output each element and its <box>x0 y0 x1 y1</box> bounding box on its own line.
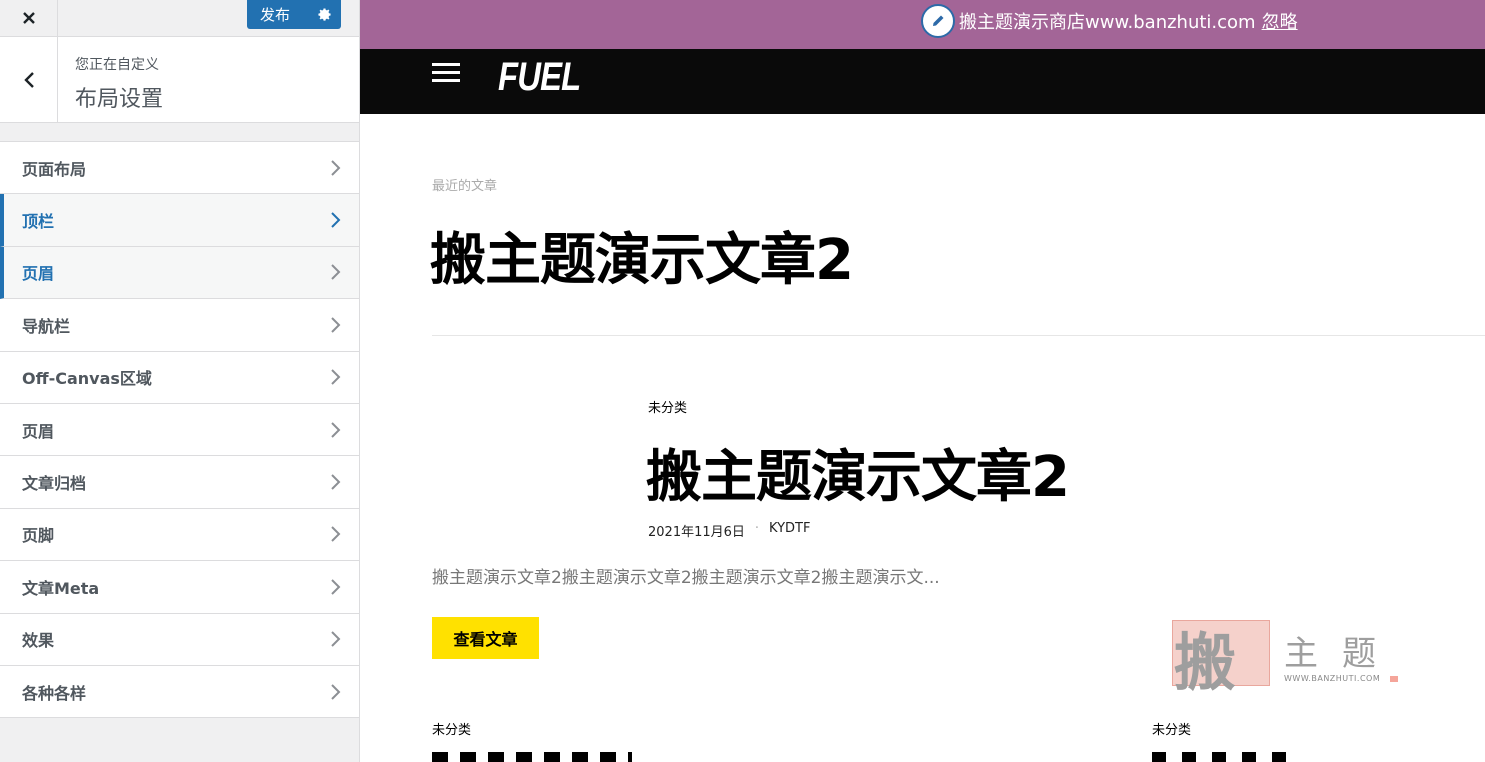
menu-item-label: 顶栏 <box>22 212 55 232</box>
menu-item-label: 文章归档 <box>22 474 87 494</box>
edit-shortcut-button[interactable] <box>921 4 955 38</box>
menu-item-topbar[interactable]: 顶栏 <box>0 194 359 247</box>
meta-separator: · <box>754 521 760 536</box>
chevron-right-icon <box>331 212 341 228</box>
menu-toggle-button[interactable] <box>432 63 460 83</box>
menu-item-post-meta[interactable]: 文章Meta <box>0 561 359 614</box>
site-logo[interactable]: FUEL <box>498 55 581 100</box>
customizing-label: 您正在自定义 <box>75 57 159 73</box>
menu-item-footer[interactable]: 页脚 <box>0 508 359 562</box>
publish-settings-button[interactable] <box>309 0 339 29</box>
menu-item-label: 效果 <box>22 631 55 651</box>
pencil-icon <box>933 15 944 26</box>
watermark-chars: 主题 <box>1284 634 1400 674</box>
menu-item-page-header[interactable]: 页眉 <box>0 403 359 457</box>
gear-icon <box>317 8 331 21</box>
menu-item-page-layout[interactable]: 页面布局 <box>0 142 359 195</box>
menu-item-archive[interactable]: 文章归档 <box>0 456 359 509</box>
next-post-category-link[interactable]: 未分类 <box>1152 719 1191 738</box>
site-header: FUEL <box>360 49 1485 114</box>
post-category-link[interactable]: 未分类 <box>648 397 687 416</box>
site-preview: 搬主题演示商店www.banzhuti.com 忽略 FUEL 最近的文章 搬主… <box>360 0 1485 762</box>
archive-label: 最近的文章 <box>432 179 498 194</box>
publish-button[interactable]: 发布 <box>247 4 309 25</box>
layout-menu-list: 页面布局 顶栏 页眉 导航栏 Off-Canvas区域 页眉 文章归档 页脚 文… <box>0 141 359 719</box>
customizer-sidebar: 发布 您正在自定义 布局设置 页面布局 顶栏 页眉 导航栏 Off-Canvas… <box>0 0 360 762</box>
close-customizer-button[interactable] <box>0 0 58 36</box>
post-author[interactable]: KYDTF <box>769 521 810 540</box>
next-post-category-link[interactable]: 未分类 <box>432 719 471 738</box>
menu-item-header[interactable]: 页眉 <box>0 246 359 300</box>
watermark-url: WWW.BANZHUTI.COM <box>1284 674 1381 683</box>
menu-item-label: 导航栏 <box>22 316 71 336</box>
archive-title: 搬主题演示文章2 <box>430 228 854 293</box>
back-button[interactable] <box>0 37 58 122</box>
post-excerpt: 搬主题演示文章2搬主题演示文章2搬主题演示文章2搬主题演示文... <box>432 568 940 588</box>
notice-text: 搬主题演示商店www.banzhuti.com <box>959 12 1256 33</box>
chevron-right-icon <box>331 579 341 595</box>
chevron-right-icon <box>331 317 341 333</box>
store-notice: 搬主题演示商店www.banzhuti.com 忽略 <box>360 0 1485 49</box>
read-more-button[interactable]: 查看文章 <box>432 617 539 659</box>
menu-item-misc[interactable]: 各种各样 <box>0 665 359 719</box>
post-meta: 2021年11月6日 · KYDTF <box>648 521 810 540</box>
watermark-logo: 搬 主题 WWW.BANZHUTI.COM <box>1172 618 1402 699</box>
next-post-title-cropped[interactable] <box>1152 752 1292 762</box>
chevron-right-icon <box>331 369 341 385</box>
post-title-link[interactable]: 搬主题演示文章2 <box>646 432 1070 513</box>
watermark-mark <box>1390 676 1398 682</box>
menu-item-label: 页面布局 <box>22 159 87 179</box>
chevron-right-icon <box>331 264 341 281</box>
back-chevron-icon <box>23 71 34 88</box>
section-title: 布局设置 <box>75 87 164 112</box>
post-date[interactable]: 2021年11月6日 <box>648 521 745 540</box>
dismiss-link[interactable]: 忽略 <box>1262 8 1298 34</box>
chevron-right-icon <box>331 421 341 438</box>
menu-item-label: 页脚 <box>22 526 55 546</box>
next-post-title-cropped[interactable] <box>432 752 632 762</box>
menu-item-label: 各种各样 <box>22 683 87 703</box>
divider <box>432 335 1485 336</box>
menu-item-label: 文章Meta <box>22 578 100 598</box>
menu-item-effects[interactable]: 效果 <box>0 613 359 666</box>
publish-group: 发布 <box>247 0 341 29</box>
notice-content: 搬主题演示商店www.banzhuti.com 忽略 <box>921 4 1298 38</box>
watermark-char: 搬 <box>1174 626 1237 699</box>
chevron-right-icon <box>331 526 341 543</box>
close-icon <box>22 12 35 24</box>
menu-item-off-canvas[interactable]: Off-Canvas区域 <box>0 351 359 404</box>
chevron-right-icon <box>331 159 341 176</box>
menu-item-label: 页眉 <box>22 264 55 284</box>
menu-item-label: 页眉 <box>22 421 55 441</box>
menu-item-navbar[interactable]: 导航栏 <box>0 299 359 352</box>
hamburger-icon <box>432 63 460 82</box>
chevron-right-icon <box>331 683 341 700</box>
section-header: 您正在自定义 布局设置 <box>0 37 359 123</box>
chevron-right-icon <box>331 474 341 490</box>
customizer-header: 发布 <box>0 0 359 37</box>
menu-item-label: Off-Canvas区域 <box>22 369 152 389</box>
chevron-right-icon <box>331 631 341 647</box>
